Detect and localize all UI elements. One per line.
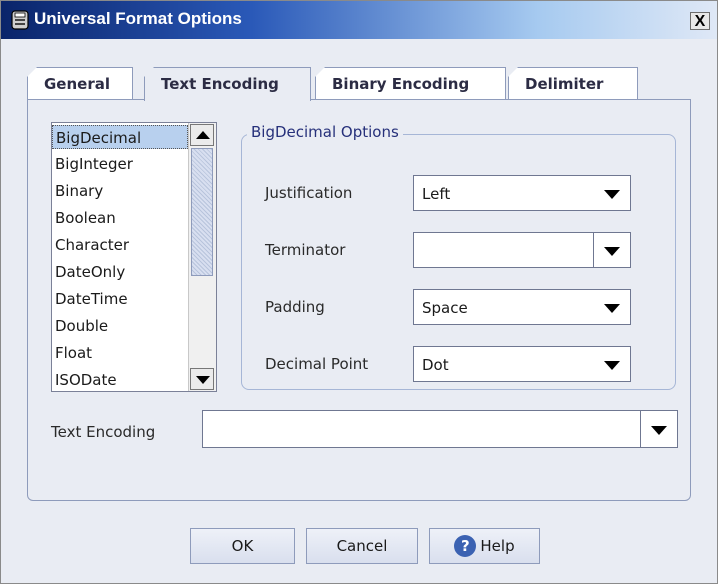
scroll-up-button[interactable] (190, 124, 214, 146)
list-item[interactable]: Character (52, 233, 188, 257)
decimal-point-select[interactable]: Dot (413, 346, 631, 382)
cancel-button[interactable]: Cancel (306, 528, 418, 564)
list-item[interactable]: Double (52, 314, 188, 338)
scroll-thumb[interactable] (191, 148, 213, 276)
list-item[interactable]: Boolean (52, 206, 188, 230)
help-icon: ? (454, 534, 477, 557)
padding-label: Padding (265, 298, 325, 316)
list-item[interactable]: Float (52, 341, 188, 365)
dropdown-arrow-icon[interactable] (604, 190, 620, 199)
dropdown-arrow-icon[interactable] (604, 304, 620, 313)
decimal-point-label: Decimal Point (265, 355, 369, 373)
dropdown-arrow-icon[interactable] (651, 426, 667, 435)
scroll-down-icon (196, 376, 210, 384)
list-scrollbar[interactable] (188, 123, 216, 391)
text-encoding-label: Text Encoding (51, 423, 156, 441)
tab-delimiter[interactable]: Delimiter (508, 67, 638, 99)
scroll-up-icon (196, 131, 210, 139)
app-icon (11, 10, 29, 30)
close-icon[interactable]: X (690, 12, 710, 30)
title-bar[interactable]: Universal Format Options X (1, 1, 717, 39)
help-button[interactable]: ? Help (429, 528, 540, 564)
text-encoding-combo[interactable] (202, 410, 678, 448)
justification-label: Justification (265, 184, 353, 202)
dropdown-arrow-icon[interactable] (604, 247, 620, 256)
tab-text-encoding[interactable]: Text Encoding (144, 67, 311, 101)
list-item[interactable]: BigInteger (52, 152, 188, 176)
combo-separator (593, 233, 594, 267)
ok-button[interactable]: OK (190, 528, 295, 564)
list-item[interactable]: DateOnly (52, 260, 188, 284)
padding-select[interactable]: Space (413, 289, 631, 325)
type-listbox[interactable]: BigDecimal BigInteger Binary Boolean Cha… (51, 122, 217, 392)
window-title: Universal Format Options (34, 9, 242, 28)
justification-value: Left (422, 185, 451, 203)
combo-separator (640, 411, 641, 447)
ok-label: OK (231, 537, 254, 555)
tab-binary-encoding[interactable]: Binary Encoding (315, 67, 506, 99)
options-group-title: BigDecimal Options (247, 123, 403, 141)
scroll-down-button[interactable] (190, 368, 214, 390)
tab-general[interactable]: General (27, 67, 133, 99)
padding-value: Space (422, 299, 468, 317)
list-item[interactable]: ISODate (52, 368, 188, 391)
justification-select[interactable]: Left (413, 175, 631, 211)
list-item[interactable]: Binary (52, 179, 188, 203)
list-item[interactable]: DateTime (52, 287, 188, 311)
cancel-label: Cancel (336, 537, 388, 555)
list-item[interactable]: BigDecimal (52, 125, 188, 149)
terminator-label: Terminator (265, 241, 346, 259)
terminator-combo[interactable] (413, 232, 631, 268)
dropdown-arrow-icon[interactable] (604, 361, 620, 370)
help-label: Help (480, 537, 515, 555)
decimal-point-value: Dot (422, 356, 449, 374)
